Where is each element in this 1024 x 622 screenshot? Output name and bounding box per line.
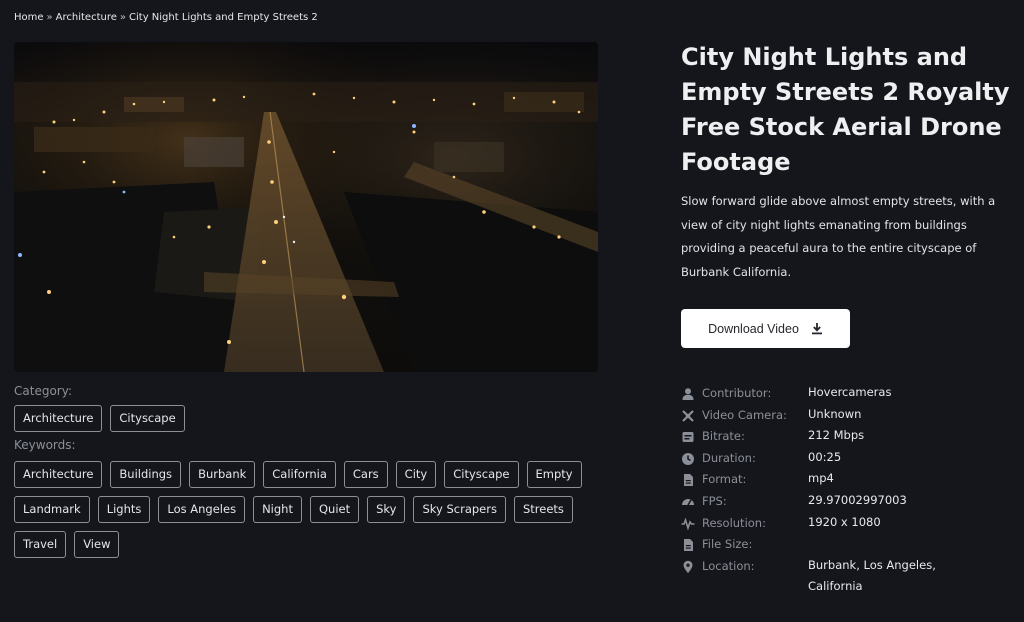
meta-row-location: Location: Burbank, Los Angeles, Californi… xyxy=(681,558,1011,603)
file-icon xyxy=(681,538,695,552)
keywords-row: Landmark Lights Los Angeles Night Quiet Sky Sk… xyxy=(14,496,573,523)
location-pin-icon xyxy=(681,560,695,574)
meta-label: Contributor: xyxy=(702,386,772,400)
waveform-icon xyxy=(681,517,695,531)
file-icon xyxy=(681,473,695,487)
tag-city[interactable]: City xyxy=(395,461,437,488)
meta-value: 00:25 xyxy=(808,449,842,464)
meta-value: Unknown xyxy=(808,406,862,421)
breadcrumb-separator: » xyxy=(119,12,127,23)
tag-night[interactable]: Night xyxy=(253,496,302,523)
meta-value[interactable]: Hovercameras xyxy=(808,382,891,404)
meta-value: 29.97002997003 xyxy=(808,492,907,507)
download-video-button[interactable]: Download Video xyxy=(681,309,850,348)
page-title: City Night Lights and Empty Streets 2 Ro… xyxy=(681,43,1010,176)
tag-sky[interactable]: Sky xyxy=(367,496,406,523)
clock-icon xyxy=(681,452,695,466)
tag-landmark[interactable]: Landmark xyxy=(14,496,90,523)
tag-buildings[interactable]: Buildings xyxy=(110,461,182,488)
meta-label: Bitrate: xyxy=(702,429,745,444)
download-button-label: Download Video xyxy=(708,321,799,336)
meta-row-duration: Duration: 00:25 xyxy=(681,450,1011,473)
meta-label: Format: xyxy=(702,472,747,487)
breadcrumb-separator: » xyxy=(46,12,53,23)
tag-view[interactable]: View xyxy=(74,531,120,558)
tag-california[interactable]: California xyxy=(263,461,336,488)
meta-value: Burbank, Los Angeles, California xyxy=(808,557,936,594)
breadcrumb-category-link[interactable]: Architecture xyxy=(56,12,117,23)
video-player[interactable] xyxy=(14,42,598,372)
tag-lights[interactable]: Lights xyxy=(97,496,151,523)
video-metadata: Contributor: Hovercameras Video Camera: Unk… xyxy=(681,385,1011,603)
category-tags: Architecture Cityscape xyxy=(14,405,185,432)
meta-value: 212 Mbps xyxy=(808,428,865,443)
tag-burbank[interactable]: Burbank xyxy=(189,461,256,488)
category-label: Category: xyxy=(14,384,72,398)
meta-value: mp4 xyxy=(808,471,834,486)
tag-streets[interactable]: Streets xyxy=(513,496,573,523)
breadcrumb: Home» Architecture» City Night Lights and … xyxy=(14,12,318,23)
meta-label: Video Camera: xyxy=(702,407,787,422)
tag-cars[interactable]: Cars xyxy=(343,461,388,488)
aerial-night-city-thumbnail xyxy=(14,42,598,372)
breadcrumb-home-link[interactable]: Home xyxy=(14,12,44,23)
meta-label: FPS: xyxy=(702,493,727,508)
download-icon xyxy=(811,323,822,335)
keywords-row: Travel View xyxy=(14,531,120,558)
tag-cityscape[interactable]: Cityscape xyxy=(444,461,519,488)
meta-label: Resolution: xyxy=(702,515,766,530)
keywords-label: Keywords: xyxy=(14,438,76,452)
tag-travel[interactable]: Travel xyxy=(14,531,67,558)
user-icon xyxy=(681,387,695,401)
tag-architecture[interactable]: Architecture xyxy=(14,405,103,432)
tag-los-angeles[interactable]: Los Angeles xyxy=(158,496,246,523)
tag-cityscape[interactable]: Cityscape xyxy=(110,405,185,432)
speedometer-icon xyxy=(681,495,695,509)
bitrate-icon xyxy=(681,430,695,444)
meta-row-resolution: Resolution: 1920 x 1080 xyxy=(681,515,1011,538)
tag-architecture[interactable]: Architecture xyxy=(14,461,103,488)
meta-value: 1920 x 1080 xyxy=(808,514,881,529)
meta-row-bitrate: Bitrate: 212 Mbps xyxy=(681,428,1011,451)
breadcrumb-current: City Night Lights and Empty Streets 2 xyxy=(129,12,318,23)
tag-empty[interactable]: Empty xyxy=(526,461,582,488)
video-camera-icon xyxy=(681,409,695,423)
video-description: Slow forward glide above almost empty st… xyxy=(681,194,996,279)
tag-sky-scrapers[interactable]: Sky Scrapers xyxy=(413,496,506,523)
meta-label: File Size: xyxy=(702,537,753,552)
keywords-row: Architecture Buildings Burbank California Ca… xyxy=(14,461,582,488)
meta-label: Location: xyxy=(702,558,755,573)
meta-label: Duration: xyxy=(702,450,756,465)
tag-quiet[interactable]: Quiet xyxy=(309,496,360,523)
